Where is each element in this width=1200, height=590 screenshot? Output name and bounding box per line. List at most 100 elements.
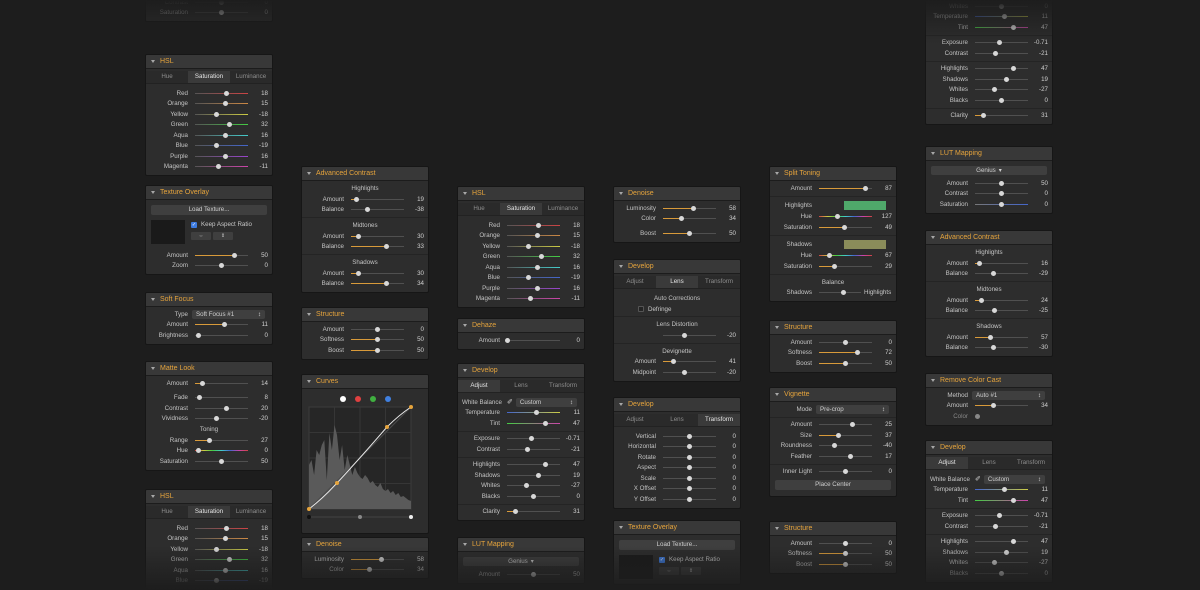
disclosure-triangle-icon[interactable]	[619, 526, 623, 529]
slider-knob[interactable]	[227, 122, 233, 128]
slider-knob[interactable]	[980, 113, 986, 119]
slider-track[interactable]	[975, 76, 1028, 82]
slider-knob[interactable]	[832, 443, 838, 449]
disclosure-triangle-icon[interactable]	[931, 379, 935, 382]
disclosure-triangle-icon[interactable]	[151, 60, 155, 63]
slider-track[interactable]	[351, 281, 404, 287]
slider-knob[interactable]	[993, 523, 999, 529]
slider-knob[interactable]	[536, 472, 542, 478]
disclosure-triangle-icon[interactable]	[931, 152, 935, 155]
slider-knob[interactable]	[366, 567, 372, 573]
slider-knob[interactable]	[840, 290, 846, 296]
slider-knob[interactable]	[219, 458, 224, 464]
tab-lens[interactable]: Lens	[968, 457, 1010, 469]
disclosure-triangle-icon[interactable]	[775, 527, 779, 530]
slider-track[interactable]	[351, 326, 404, 332]
slider-track[interactable]	[507, 483, 560, 489]
disclosure-triangle-icon[interactable]	[775, 172, 779, 175]
slider-track[interactable]	[351, 347, 404, 353]
slider-knob[interactable]	[523, 483, 529, 489]
slider-track[interactable]	[351, 207, 404, 213]
slider-knob[interactable]	[996, 40, 1002, 46]
slider-track[interactable]	[663, 205, 716, 211]
panel-header[interactable]: Denoise	[614, 187, 740, 201]
slider-track[interactable]	[351, 244, 404, 250]
slider-knob[interactable]	[535, 222, 541, 228]
slider-track[interactable]	[975, 570, 1028, 576]
curve-control-point[interactable]	[409, 405, 413, 409]
slider-track[interactable]	[195, 536, 248, 542]
slider-knob[interactable]	[843, 561, 848, 567]
slider-track[interactable]	[975, 539, 1028, 545]
slider-knob[interactable]	[1004, 76, 1010, 82]
slider-track[interactable]	[975, 271, 1028, 277]
disclosure-triangle-icon[interactable]	[307, 172, 311, 175]
slider-knob[interactable]	[512, 509, 518, 515]
slider-track[interactable]	[195, 0, 248, 5]
slider-track[interactable]	[507, 571, 560, 577]
slider-track[interactable]	[507, 420, 560, 426]
slider-knob[interactable]	[216, 164, 222, 170]
slider-knob[interactable]	[687, 496, 692, 502]
slider-track[interactable]	[663, 465, 716, 471]
tab-saturation[interactable]: Saturation	[188, 506, 230, 518]
slider-track[interactable]	[819, 360, 872, 366]
slider-track[interactable]	[195, 448, 248, 454]
slider-track[interactable]	[195, 458, 248, 464]
flip-vertical-icon[interactable]: ⇕	[681, 567, 701, 575]
slider-knob[interactable]	[232, 252, 238, 258]
slider-track[interactable]	[819, 432, 872, 438]
slider-knob[interactable]	[843, 469, 848, 475]
tab-luminance[interactable]: Luminance	[230, 506, 272, 518]
slider-knob[interactable]	[223, 567, 229, 573]
slider-knob[interactable]	[999, 570, 1004, 576]
slider-track[interactable]	[975, 97, 1028, 103]
panel-header[interactable]: HSL	[458, 187, 584, 201]
slider-track[interactable]	[975, 87, 1028, 93]
slider-knob[interactable]	[843, 360, 848, 366]
panel-header[interactable]: LUT Mapping	[926, 147, 1052, 161]
slider-knob[interactable]	[223, 153, 229, 159]
slider-knob[interactable]	[535, 285, 541, 291]
panel-header[interactable]: Vignette	[770, 388, 896, 402]
slider-track[interactable]	[819, 224, 872, 230]
channel-blue-icon[interactable]	[384, 396, 391, 402]
checkbox[interactable]	[638, 306, 644, 312]
tab-lens[interactable]: Lens	[656, 414, 698, 426]
flip-vertical-icon[interactable]: ⇕	[213, 232, 233, 240]
slider-track[interactable]	[195, 10, 248, 16]
panel-header[interactable]: HSL	[146, 490, 272, 504]
slider-track[interactable]	[975, 487, 1028, 493]
slider-knob[interactable]	[199, 380, 205, 386]
slider-knob[interactable]	[227, 557, 233, 563]
midpoint-handle[interactable]	[358, 515, 362, 519]
slider-knob[interactable]	[1004, 549, 1010, 555]
tab-luminance[interactable]: Luminance	[230, 71, 272, 83]
slider-knob[interactable]	[1011, 539, 1017, 545]
dropdown-select[interactable]: Auto #1 ↕	[972, 390, 1045, 400]
disclosure-triangle-icon[interactable]	[775, 326, 779, 329]
slider-track[interactable]	[195, 252, 248, 258]
slider-track[interactable]	[975, 308, 1028, 314]
dropdown-select[interactable]: Soft Focus #1 ↕	[192, 309, 265, 319]
tab-saturation[interactable]: Saturation	[188, 71, 230, 83]
slider-knob[interactable]	[213, 416, 219, 422]
slider-knob[interactable]	[539, 254, 545, 260]
slider-knob[interactable]	[353, 196, 359, 202]
disclosure-triangle-icon[interactable]	[307, 380, 311, 383]
slider-knob[interactable]	[681, 369, 687, 375]
slider-knob[interactable]	[1011, 66, 1017, 72]
eyedropper-icon[interactable]: ✐	[975, 475, 981, 483]
slider-track[interactable]	[195, 395, 248, 401]
slider-track[interactable]	[975, 24, 1028, 30]
flip-horizontal-icon[interactable]: ⇔	[659, 567, 679, 575]
panel-header[interactable]: Remove Color Cast	[926, 374, 1052, 388]
slider-track[interactable]	[975, 14, 1028, 20]
slider-knob[interactable]	[843, 551, 848, 557]
slider-knob[interactable]	[687, 454, 692, 460]
texture-thumbnail[interactable]	[151, 220, 185, 244]
disclosure-triangle-icon[interactable]	[931, 446, 935, 449]
slider-knob[interactable]	[356, 270, 362, 276]
slider-knob[interactable]	[843, 339, 848, 345]
slider-knob[interactable]	[223, 132, 229, 138]
